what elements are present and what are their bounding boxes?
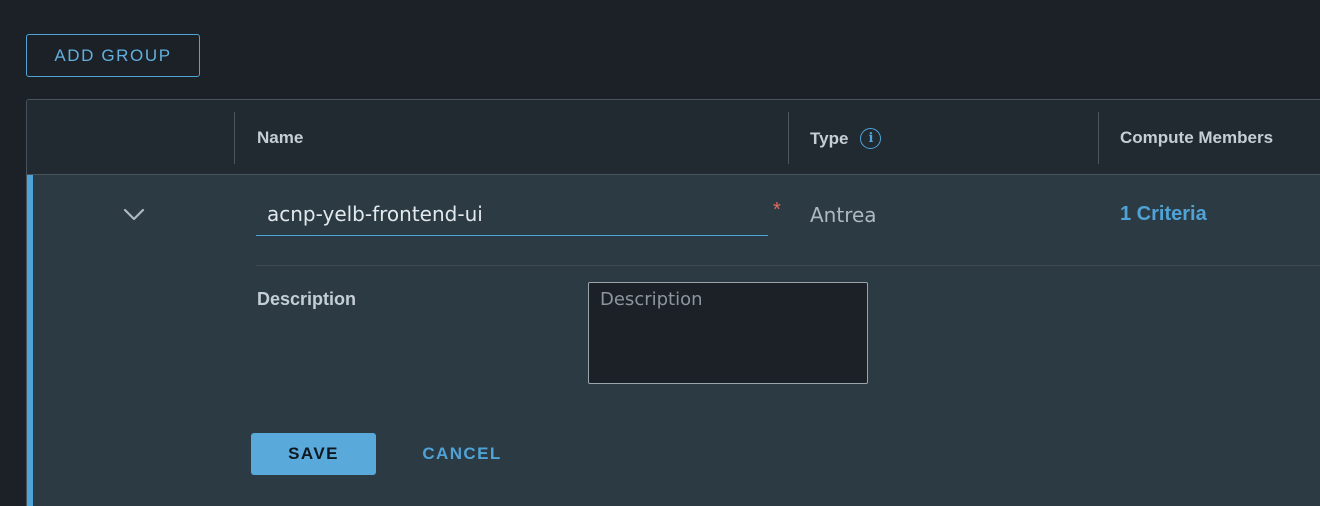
required-indicator: *: [773, 199, 781, 221]
group-name-input[interactable]: [256, 198, 768, 236]
column-header-compute-members-label: Compute Members: [1120, 128, 1274, 147]
column-separator[interactable]: [788, 112, 789, 164]
group-type-value: Antrea: [810, 203, 877, 227]
column-header-compute-members[interactable]: Compute Members: [1120, 128, 1273, 148]
save-button[interactable]: SAVE: [251, 433, 376, 475]
column-header-type-label: Type: [810, 128, 849, 148]
add-group-button[interactable]: ADD GROUP: [26, 34, 200, 77]
chevron-down-icon[interactable]: [123, 208, 145, 222]
groups-datagrid: Name Type i Compute Members * Antrea 1 C…: [26, 99, 1320, 506]
datagrid-header: Name Type i Compute Members: [27, 100, 1320, 175]
description-textarea[interactable]: [588, 282, 868, 384]
column-header-type[interactable]: Type i: [810, 128, 882, 149]
column-separator[interactable]: [234, 112, 235, 164]
row-selection-indicator: [27, 175, 33, 506]
column-separator[interactable]: [1098, 112, 1099, 164]
compute-members-criteria-link[interactable]: 1 Criteria: [1120, 203, 1207, 226]
table-row-editing: * Antrea 1 Criteria Description SAVE CAN…: [27, 175, 1320, 506]
description-label: Description: [257, 289, 357, 309]
column-header-name[interactable]: Name: [257, 128, 303, 148]
cancel-button[interactable]: CANCEL: [405, 433, 519, 475]
divider: [256, 265, 1320, 266]
info-icon[interactable]: i: [860, 128, 882, 149]
column-header-name-label: Name: [257, 128, 304, 147]
